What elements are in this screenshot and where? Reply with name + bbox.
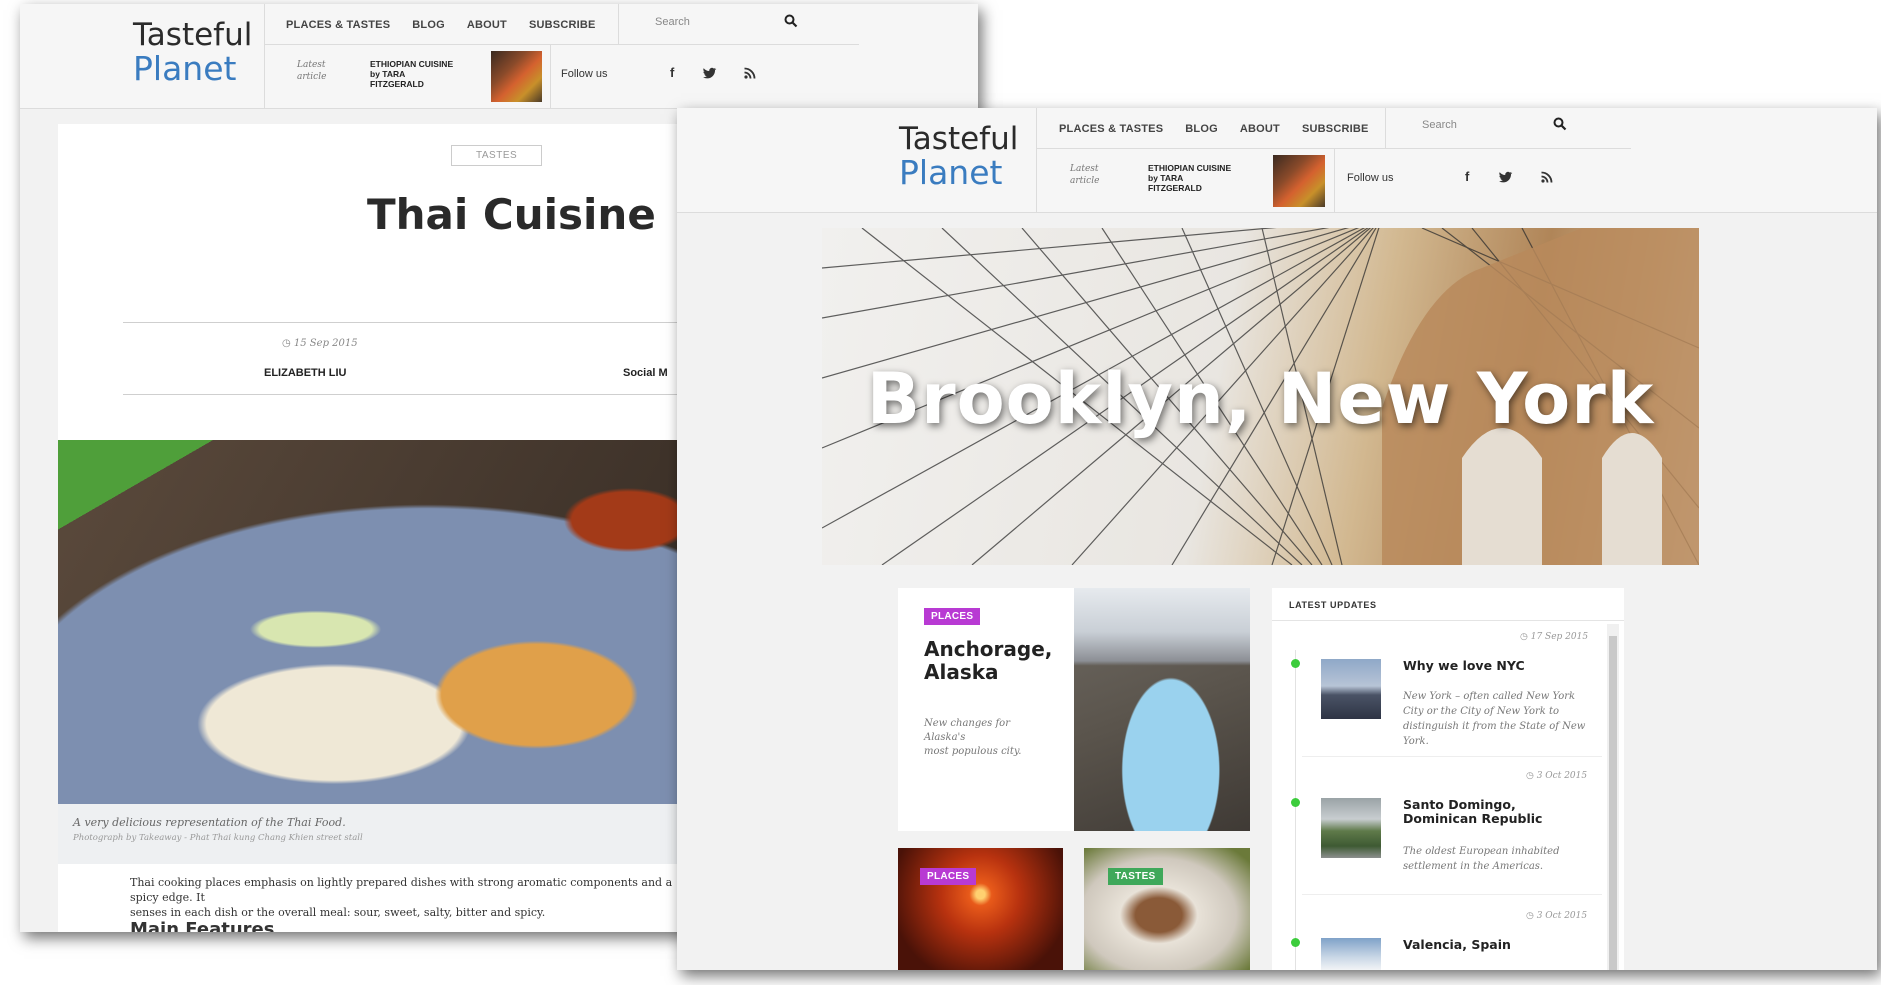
nav-item-places-tastes[interactable]: PLACES & TASTES — [1059, 123, 1163, 135]
latest-article-label: Latest article — [1070, 164, 1100, 186]
feature-card-anchorage[interactable]: PLACES Anchorage, Alaska New changes for… — [898, 588, 1250, 831]
search-input[interactable]: Search — [1422, 119, 1457, 131]
feature-card-dish[interactable]: TASTES — [1084, 848, 1250, 970]
divider — [123, 394, 683, 395]
facebook-icon[interactable]: f — [670, 65, 674, 80]
update-date: ◷ 3 Oct 2015 — [1526, 771, 1588, 781]
divider — [264, 44, 859, 45]
search-input[interactable]: Search — [655, 16, 690, 28]
divider — [1272, 620, 1624, 621]
nav-item-places-tastes[interactable]: PLACES & TASTES — [286, 19, 390, 31]
latest-article-link[interactable]: ETHIOPIAN CUISINE by TARA FITZGERALD — [1148, 163, 1258, 193]
category-badge-places[interactable]: PLACES — [924, 608, 981, 625]
category-badge-places[interactable]: PLACES — [920, 868, 977, 885]
update-description: The oldest European inhabited settlement… — [1403, 846, 1560, 872]
search-icon[interactable] — [784, 14, 798, 28]
article-category-tag[interactable]: TASTES — [451, 145, 543, 166]
nav-item-about[interactable]: ABOUT — [1240, 123, 1280, 135]
divider — [1302, 756, 1602, 757]
site-header: Tasteful Planet PLACES & TASTES BLOG ABO… — [677, 108, 1877, 213]
divider — [1334, 148, 1335, 212]
twitter-icon[interactable] — [1499, 171, 1513, 183]
article-subheading: Main Features — [130, 919, 275, 932]
main-nav: PLACES & TASTES BLOG ABOUT SUBSCRIBE — [1059, 123, 1369, 135]
feature-card-sunset[interactable]: PLACES — [898, 848, 1063, 970]
update-title[interactable]: Why we love NYC — [1403, 659, 1593, 673]
update-date: ◷ 17 Sep 2015 — [1520, 632, 1589, 642]
article-title: Thai Cuisine — [367, 190, 656, 239]
nav-item-subscribe[interactable]: SUBSCRIBE — [1302, 123, 1369, 135]
site-logo[interactable]: Tasteful Planet — [899, 124, 1018, 190]
update-description: New York – often called New York City or… — [1403, 691, 1586, 747]
divider — [1385, 108, 1386, 148]
latest-article-thumbnail[interactable] — [491, 51, 542, 102]
latest-article-link[interactable]: ETHIOPIAN CUISINE by TARA FITZGERALD — [370, 59, 480, 89]
update-thumbnail[interactable] — [1321, 659, 1381, 719]
hero-title: Brooklyn, New York — [866, 358, 1655, 440]
twitter-icon[interactable] — [703, 67, 717, 79]
category-badge-tastes[interactable]: TASTES — [1108, 868, 1163, 885]
divider — [1036, 108, 1037, 212]
timeline-dot — [1291, 659, 1300, 668]
social-media-label: Social M — [623, 367, 668, 379]
search-icon[interactable] — [1553, 117, 1567, 131]
divider — [123, 322, 683, 323]
latest-updates-panel: LATEST UPDATES ◷ 17 Sep 2015 Why we love… — [1272, 588, 1624, 970]
facebook-icon[interactable]: f — [1465, 169, 1469, 184]
hero-banner[interactable]: Brooklyn, New York — [822, 228, 1699, 565]
divider — [264, 4, 265, 108]
update-thumbnail[interactable] — [1321, 938, 1381, 970]
glacier-image — [1074, 588, 1250, 831]
updates-scrollbar[interactable] — [1607, 624, 1619, 970]
update-date: ◷ 3 Oct 2015 — [1526, 911, 1588, 921]
divider — [550, 44, 551, 108]
image-credit: Photograph by Takeaway - Phat Thai kung … — [73, 833, 363, 843]
card-subtitle: New changes for Alaska's most populous c… — [924, 718, 1022, 757]
update-title[interactable]: Santo Domingo, Dominican Republic — [1403, 798, 1593, 826]
nav-item-blog[interactable]: BLOG — [412, 19, 445, 31]
divider — [618, 4, 619, 44]
nav-item-subscribe[interactable]: SUBSCRIBE — [529, 19, 596, 31]
main-nav: PLACES & TASTES BLOG ABOUT SUBSCRIBE — [286, 19, 596, 31]
rss-icon[interactable] — [1541, 171, 1553, 183]
front-window-home: Tasteful Planet PLACES & TASTES BLOG ABO… — [677, 108, 1877, 970]
card-title: Anchorage, Alaska — [924, 637, 1053, 684]
update-thumbnail[interactable] — [1321, 798, 1381, 858]
site-logo[interactable]: Tasteful Planet — [133, 20, 252, 86]
follow-us-label: Follow us — [561, 68, 608, 80]
nav-item-about[interactable]: ABOUT — [467, 19, 507, 31]
latest-article-thumbnail[interactable] — [1273, 155, 1325, 207]
image-caption: A very delicious representation of the T… — [73, 816, 346, 829]
timeline-dot — [1291, 938, 1300, 947]
article-author[interactable]: ELIZABETH LIU — [264, 367, 347, 379]
article-body: Thai cooking places emphasis on lightly … — [130, 876, 673, 919]
divider — [1302, 894, 1602, 895]
timeline-dot — [1291, 798, 1300, 807]
timeline-line — [1295, 650, 1296, 970]
site-header: Tasteful Planet PLACES & TASTES BLOG ABO… — [20, 4, 978, 109]
article-date: ◷ 15 Sep 2015 — [282, 338, 358, 349]
scrollbar-thumb[interactable] — [1609, 636, 1617, 970]
latest-article-label: Latest article — [297, 60, 327, 82]
update-title[interactable]: Valencia, Spain — [1403, 938, 1593, 952]
nav-item-blog[interactable]: BLOG — [1185, 123, 1218, 135]
latest-updates-heading: LATEST UPDATES — [1289, 600, 1377, 610]
follow-us-label: Follow us — [1347, 172, 1394, 184]
rss-icon[interactable] — [744, 67, 756, 79]
